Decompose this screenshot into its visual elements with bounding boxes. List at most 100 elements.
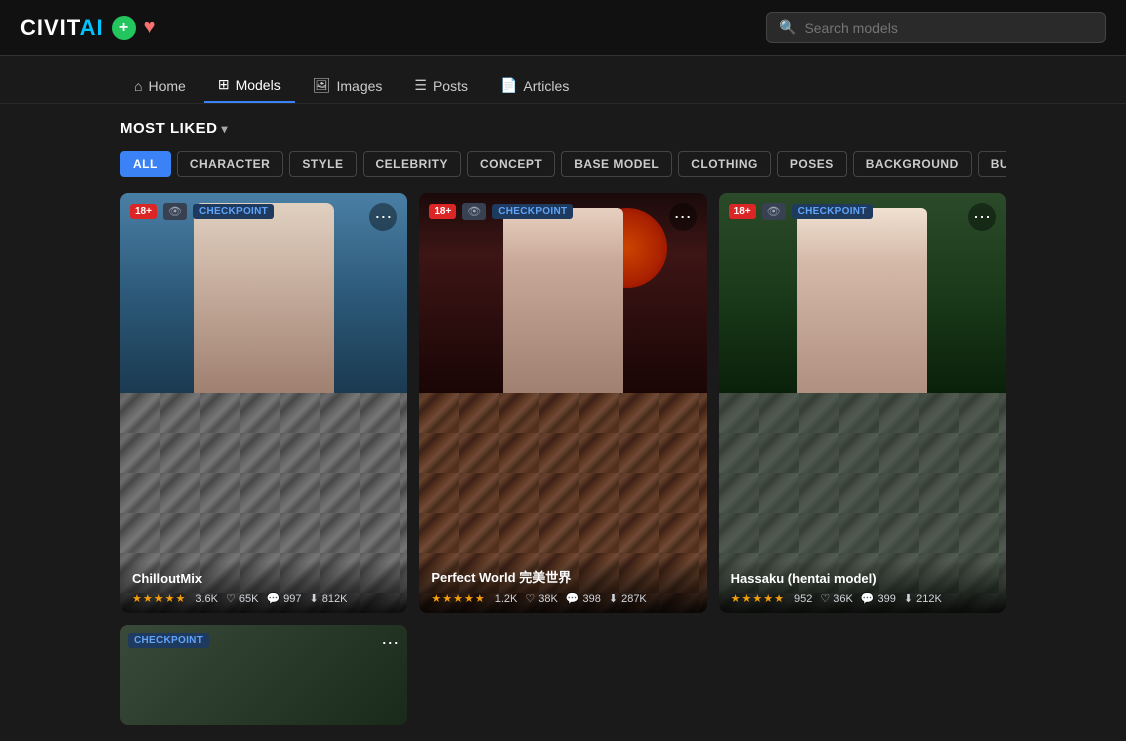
card2-type-badge: CHECKPOINT <box>492 204 573 219</box>
card4-menu-button[interactable]: ⋯ <box>381 633 399 654</box>
nav-item-home[interactable]: ⌂ Home <box>120 68 200 103</box>
download-icon-3: ⬇ <box>904 592 913 605</box>
card2-likes: ♡ 38K <box>525 592 557 605</box>
posts-icon: ☰ <box>414 77 427 94</box>
card1-footer: ChilloutMix ★ ★ ★ ★ ★ 3.6K ♡ 65K <box>120 561 407 613</box>
search-input[interactable] <box>804 20 1093 36</box>
card2-stars: ★ ★ ★ ★ ★ <box>431 592 484 605</box>
sort-label-text: MOST LIKED <box>120 120 218 137</box>
logo: CIVITAI + ♥ <box>20 15 155 41</box>
filter-tabs: ALL CHARACTER STYLE CELEBRITY CONCEPT BA… <box>120 151 1006 177</box>
card3-rating: 952 <box>794 593 812 605</box>
card3-age-badge: 18+ <box>729 204 756 219</box>
articles-icon: 📄 <box>500 77 517 94</box>
heart-icon: ♡ <box>226 592 236 605</box>
filter-tab-all[interactable]: ALL <box>120 151 171 177</box>
card2-age-badge: 18+ <box>429 204 456 219</box>
card1-title: ChilloutMix <box>132 571 395 586</box>
filter-tab-style[interactable]: STYLE <box>289 151 356 177</box>
cards-grid: 18+ 👁 CHECKPOINT ⋯ ChilloutMix ★ ★ ★ ★ ★ <box>120 193 1006 613</box>
card1-stars: ★ ★ ★ ★ ★ <box>132 592 185 605</box>
card2-title: Perfect World 完美世界 <box>431 567 694 586</box>
card3-menu-button[interactable]: ⋯ <box>968 203 996 231</box>
card3-footer: Hassaku (hentai model) ★ ★ ★ ★ ★ 952 ♡ 3 <box>719 561 1006 613</box>
card4-type-badge: CHECKPOINT <box>128 633 209 648</box>
heart-icon-3: ♡ <box>820 592 830 605</box>
model-card-2[interactable]: 18+ 👁 CHECKPOINT ⋯ Perfect World 完美世界 ★ … <box>419 193 706 613</box>
card1-figure-body <box>194 203 334 393</box>
sort-selector[interactable]: MOST LIKED ▾ <box>120 120 228 137</box>
home-icon: ⌂ <box>134 78 142 94</box>
filter-tab-background[interactable]: BACKGROUND <box>853 151 972 177</box>
search-icon: 🔍 <box>779 19 796 36</box>
card3-eye-icon: 👁 <box>762 203 786 220</box>
card2-footer: Perfect World 完美世界 ★ ★ ★ ★ ★ 1.2K ♡ 38K <box>419 557 706 613</box>
card3-comments-count: 399 <box>878 593 896 605</box>
model-card-4[interactable]: CHECKPOINT ⋯ <box>120 625 407 725</box>
nav-item-articles[interactable]: 📄 Articles <box>486 68 583 103</box>
card2-menu-button[interactable]: ⋯ <box>669 203 697 231</box>
card1-badges: 18+ 👁 CHECKPOINT <box>130 203 274 220</box>
favorite-icon[interactable]: ♥ <box>144 16 156 39</box>
heart-icon-2: ♡ <box>525 592 535 605</box>
card3-type-badge: CHECKPOINT <box>792 204 873 219</box>
card1-type-badge: CHECKPOINT <box>193 204 274 219</box>
filter-tab-celebrity[interactable]: CELEBRITY <box>363 151 462 177</box>
card2-comments: 💬 398 <box>566 592 601 605</box>
card3-image: 18+ 👁 CHECKPOINT ⋯ Hassaku (hentai model… <box>719 193 1006 613</box>
main-content: MOST LIKED ▾ ALL CHARACTER STYLE CELEBRI… <box>0 104 1126 741</box>
header: CIVITAI + ♥ 🔍 <box>0 0 1126 56</box>
logo-it: AI <box>80 15 104 40</box>
card2-downloads: ⬇ 287K <box>609 592 647 605</box>
card3-comments: 💬 399 <box>861 592 896 605</box>
card1-stats: ★ ★ ★ ★ ★ 3.6K ♡ 65K 💬 <box>132 592 395 605</box>
filter-tab-base-model[interactable]: BASE MODEL <box>561 151 672 177</box>
card1-rating: 3.6K <box>195 593 218 605</box>
card3-badges: 18+ 👁 CHECKPOINT <box>729 203 873 220</box>
models-icon: ⊞ <box>218 76 230 93</box>
card1-eye-icon: 👁 <box>163 203 187 220</box>
filter-tab-clothing[interactable]: CLOTHING <box>678 151 771 177</box>
card1-downloads-count: 812K <box>322 593 348 605</box>
card3-title: Hassaku (hentai model) <box>731 571 994 586</box>
filter-tab-concept[interactable]: CONCEPT <box>467 151 555 177</box>
card2-comments-count: 398 <box>583 593 601 605</box>
model-card-3[interactable]: 18+ 👁 CHECKPOINT ⋯ Hassaku (hentai model… <box>719 193 1006 613</box>
search-bar: 🔍 <box>766 12 1106 43</box>
add-button[interactable]: + <box>112 16 136 40</box>
card1-comments-count: 997 <box>283 593 301 605</box>
star5: ★ <box>176 592 186 605</box>
card2-stats: ★ ★ ★ ★ ★ 1.2K ♡ 38K 💬 <box>431 592 694 605</box>
nav-label-models: Models <box>236 77 281 93</box>
card3-stars: ★ ★ ★ ★ ★ <box>731 592 784 605</box>
nav-item-models[interactable]: ⊞ Models <box>204 68 295 103</box>
card3-downloads: ⬇ 212K <box>904 592 942 605</box>
card1-comments: 💬 997 <box>266 592 301 605</box>
nav-label-posts: Posts <box>433 78 468 94</box>
nav-item-images[interactable]: 🖼 Images <box>299 68 397 103</box>
filter-tab-poses[interactable]: POSES <box>777 151 847 177</box>
filter-tab-character[interactable]: CHARACTER <box>177 151 284 177</box>
star3: ★ <box>154 592 164 605</box>
nav-item-posts[interactable]: ☰ Posts <box>400 68 482 103</box>
nav-label-home: Home <box>148 78 185 94</box>
download-icon: ⬇ <box>310 592 319 605</box>
comment-icon-2: 💬 <box>566 592 580 605</box>
sort-row: MOST LIKED ▾ <box>120 120 1006 137</box>
card2-figure <box>503 208 623 393</box>
card4-badges: CHECKPOINT <box>128 633 209 648</box>
card1-age-badge: 18+ <box>130 204 157 219</box>
navigation: ⌂ Home ⊞ Models 🖼 Images ☰ Posts 📄 Artic… <box>0 56 1126 104</box>
comment-icon-3: 💬 <box>861 592 875 605</box>
download-icon-2: ⬇ <box>609 592 618 605</box>
star4: ★ <box>165 592 175 605</box>
card3-downloads-count: 212K <box>916 593 942 605</box>
card2-image: 18+ 👁 CHECKPOINT ⋯ Perfect World 完美世界 ★ … <box>419 193 706 613</box>
card1-image: 18+ 👁 CHECKPOINT ⋯ ChilloutMix ★ ★ ★ ★ ★ <box>120 193 407 613</box>
filter-tab-buildings[interactable]: BUILDINGS <box>978 151 1006 177</box>
card3-stats: ★ ★ ★ ★ ★ 952 ♡ 36K 💬 3 <box>731 592 994 605</box>
card3-figure <box>797 208 927 393</box>
model-card-1[interactable]: 18+ 👁 CHECKPOINT ⋯ ChilloutMix ★ ★ ★ ★ ★ <box>120 193 407 613</box>
card3-top-image <box>719 193 1006 393</box>
card3-likes: ♡ 36K <box>820 592 852 605</box>
